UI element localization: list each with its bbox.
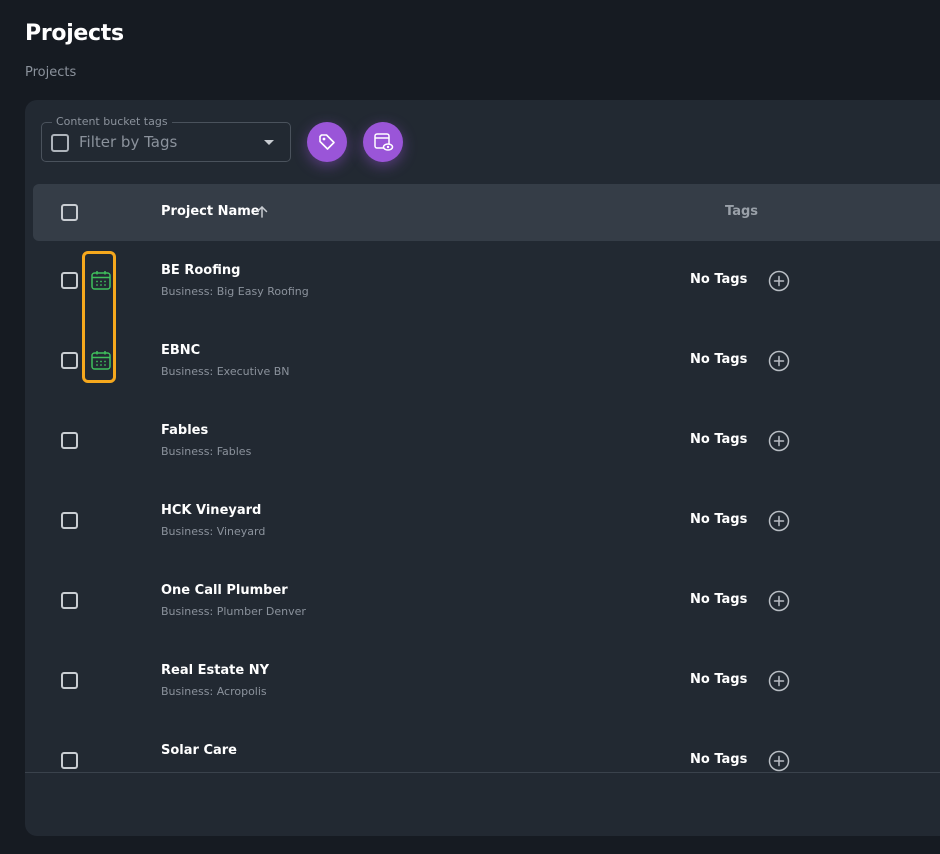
- add-tag-plus-icon[interactable]: [768, 670, 790, 696]
- page-title: Projects: [25, 21, 124, 46]
- select-all-checkbox[interactable]: [61, 204, 78, 221]
- table-footer-divider: [25, 772, 940, 773]
- scheduled-highlight-box: [82, 251, 116, 383]
- row-checkbox[interactable]: [61, 432, 78, 449]
- row-checkbox[interactable]: [61, 752, 78, 769]
- project-business: Business: Acropolis: [161, 685, 267, 698]
- tags-value: No Tags: [690, 272, 748, 287]
- table-header: Project Name Tags: [33, 184, 940, 241]
- project-business: Business: Vineyard: [161, 525, 266, 538]
- row-checkbox[interactable]: [61, 512, 78, 529]
- row-checkbox[interactable]: [61, 272, 78, 289]
- tags-value: No Tags: [690, 352, 748, 367]
- project-name[interactable]: One Call Plumber: [161, 583, 288, 598]
- tags-value: No Tags: [690, 752, 748, 767]
- tags-value: No Tags: [690, 592, 748, 607]
- project-name[interactable]: Real Estate NY: [161, 663, 269, 678]
- project-business: Business: Plumber Denver: [161, 605, 306, 618]
- caret-down-icon[interactable]: [264, 140, 274, 145]
- add-tag-plus-icon[interactable]: [768, 510, 790, 536]
- row-checkbox[interactable]: [61, 592, 78, 609]
- table-row[interactable]: HCK Vineyard Business: Vineyard No Tags: [25, 481, 940, 561]
- project-list: BE Roofing Business: Big Easy Roofing No T…: [25, 241, 940, 772]
- tag-button[interactable]: [307, 122, 347, 162]
- table-row[interactable]: One Call Plumber Business: Plumber Denver…: [25, 561, 940, 641]
- project-name[interactable]: HCK Vineyard: [161, 503, 261, 518]
- column-header-project-name[interactable]: Project Name: [161, 204, 260, 219]
- add-tag-plus-icon[interactable]: [768, 430, 790, 456]
- projects-card: Content bucket tags Filter by Tags Proje…: [25, 100, 940, 836]
- window-eye-icon: [374, 133, 394, 151]
- project-business: Business: Executive BN: [161, 365, 290, 378]
- table-row[interactable]: Fables Business: Fables No Tags: [25, 401, 940, 481]
- project-name[interactable]: Fables: [161, 423, 208, 438]
- tags-value: No Tags: [690, 672, 748, 687]
- table-row[interactable]: EBNC Business: Executive BN No Tags: [25, 321, 940, 401]
- add-tag-plus-icon[interactable]: [768, 750, 790, 772]
- row-checkbox[interactable]: [61, 352, 78, 369]
- tag-icon: [319, 134, 335, 150]
- project-business: Business: Fables: [161, 445, 252, 458]
- table-row[interactable]: BE Roofing Business: Big Easy Roofing No T…: [25, 241, 940, 321]
- tag-filter-select[interactable]: Content bucket tags Filter by Tags: [41, 115, 291, 162]
- tags-value: No Tags: [690, 432, 748, 447]
- add-tag-plus-icon[interactable]: [768, 350, 790, 376]
- table-row[interactable]: Real Estate NY Business: Acropolis No Tags: [25, 641, 940, 721]
- filter-legend: Content bucket tags: [52, 115, 172, 129]
- tags-value: No Tags: [690, 512, 748, 527]
- column-header-tags: Tags: [725, 204, 759, 219]
- add-tag-plus-icon[interactable]: [768, 270, 790, 296]
- table-row[interactable]: Solar Care No Tags: [25, 721, 940, 772]
- preview-button[interactable]: [363, 122, 403, 162]
- arrow-up-icon[interactable]: [255, 205, 269, 219]
- project-name[interactable]: EBNC: [161, 343, 200, 358]
- project-name[interactable]: BE Roofing: [161, 263, 240, 278]
- breadcrumb[interactable]: Projects: [25, 65, 76, 80]
- add-tag-plus-icon[interactable]: [768, 590, 790, 616]
- project-business: Business: Big Easy Roofing: [161, 285, 309, 298]
- filter-placeholder: Filter by Tags: [79, 133, 178, 151]
- row-checkbox[interactable]: [61, 672, 78, 689]
- filter-select-all-checkbox[interactable]: [51, 134, 69, 152]
- project-name[interactable]: Solar Care: [161, 743, 237, 758]
